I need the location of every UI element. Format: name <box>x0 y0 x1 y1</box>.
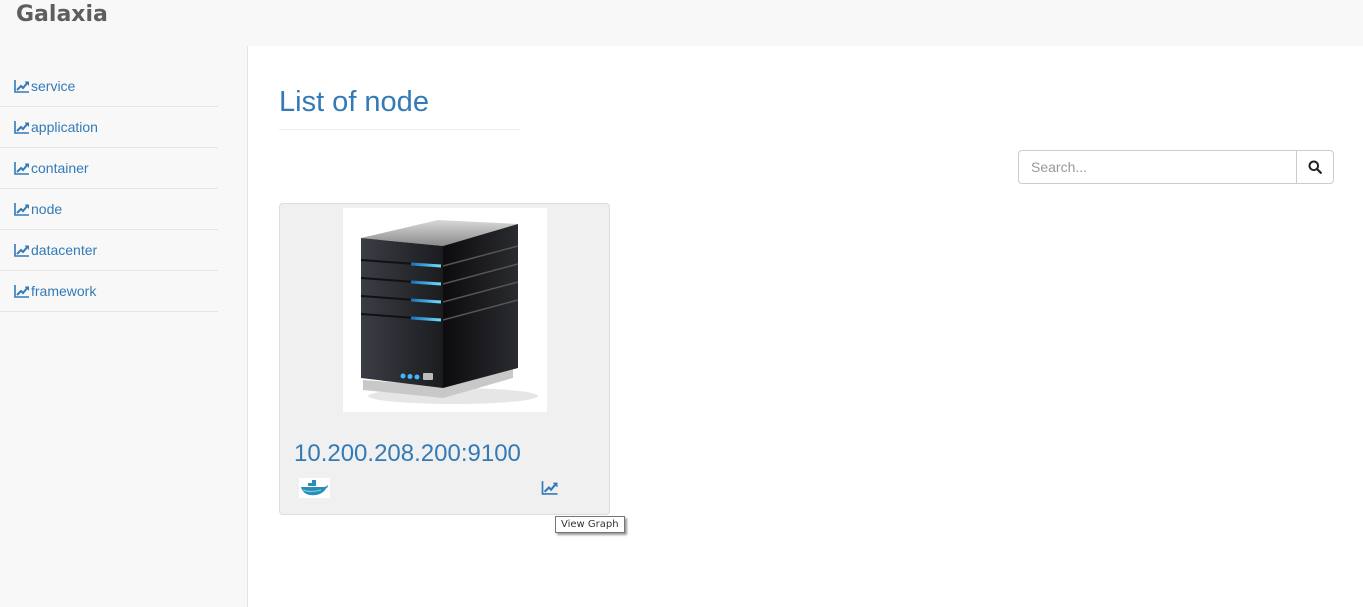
search-button[interactable] <box>1296 150 1334 184</box>
sidebar-link-framework[interactable]: framework <box>14 283 96 299</box>
sidebar-item-node: node <box>0 189 218 230</box>
line-chart-icon <box>14 285 29 298</box>
sidebar-link-application[interactable]: application <box>14 119 98 135</box>
page-title: List of node <box>279 86 429 118</box>
view-graph-tooltip: View Graph <box>555 516 625 533</box>
line-chart-icon <box>14 80 29 93</box>
sidebar-item-container: container <box>0 148 218 189</box>
docker-container-link[interactable] <box>299 478 330 498</box>
docker-whale-icon <box>301 480 328 496</box>
sidebar-item-service: service <box>0 66 218 107</box>
search-group <box>1018 150 1334 184</box>
node-thumbnail[interactable] <box>343 208 547 412</box>
sidebar-item-label: application <box>31 119 98 135</box>
main-content: List of node Search... 10.200.208.200:91… <box>247 46 1363 607</box>
line-chart-icon <box>14 162 29 175</box>
line-chart-icon <box>14 244 29 257</box>
view-graph-link[interactable] <box>541 480 559 495</box>
sidebar-item-datacenter: datacenter <box>0 230 218 271</box>
node-address-link[interactable]: 10.200.208.200:9100 <box>294 440 521 468</box>
sidebar-item-label: framework <box>31 283 97 299</box>
sidebar-menu: service application container node datac… <box>0 46 247 312</box>
sidebar-item-label: container <box>31 160 89 176</box>
sidebar-link-service[interactable]: service <box>14 78 75 94</box>
sidebar-link-node[interactable]: node <box>14 201 62 217</box>
sidebar-link-datacenter[interactable]: datacenter <box>14 242 97 258</box>
sidebar-link-container[interactable]: container <box>14 160 89 176</box>
line-chart-icon <box>14 121 29 134</box>
sidebar-item-label: service <box>31 78 76 94</box>
sidebar: service application container node datac… <box>0 46 247 607</box>
line-chart-icon <box>541 481 558 495</box>
brand-logo[interactable]: Galaxia <box>16 2 108 27</box>
sidebar-item-framework: framework <box>0 271 218 312</box>
search-input[interactable] <box>1018 150 1296 184</box>
title-divider <box>279 129 520 130</box>
node-card: 10.200.208.200:9100 <box>279 203 610 515</box>
top-navbar: Galaxia <box>0 0 1363 46</box>
search-icon <box>1308 160 1322 174</box>
sidebar-item-label: datacenter <box>31 242 98 258</box>
line-chart-icon <box>14 203 29 216</box>
server-icon <box>360 220 538 404</box>
sidebar-item-application: application <box>0 107 218 148</box>
sidebar-item-label: node <box>31 201 63 217</box>
